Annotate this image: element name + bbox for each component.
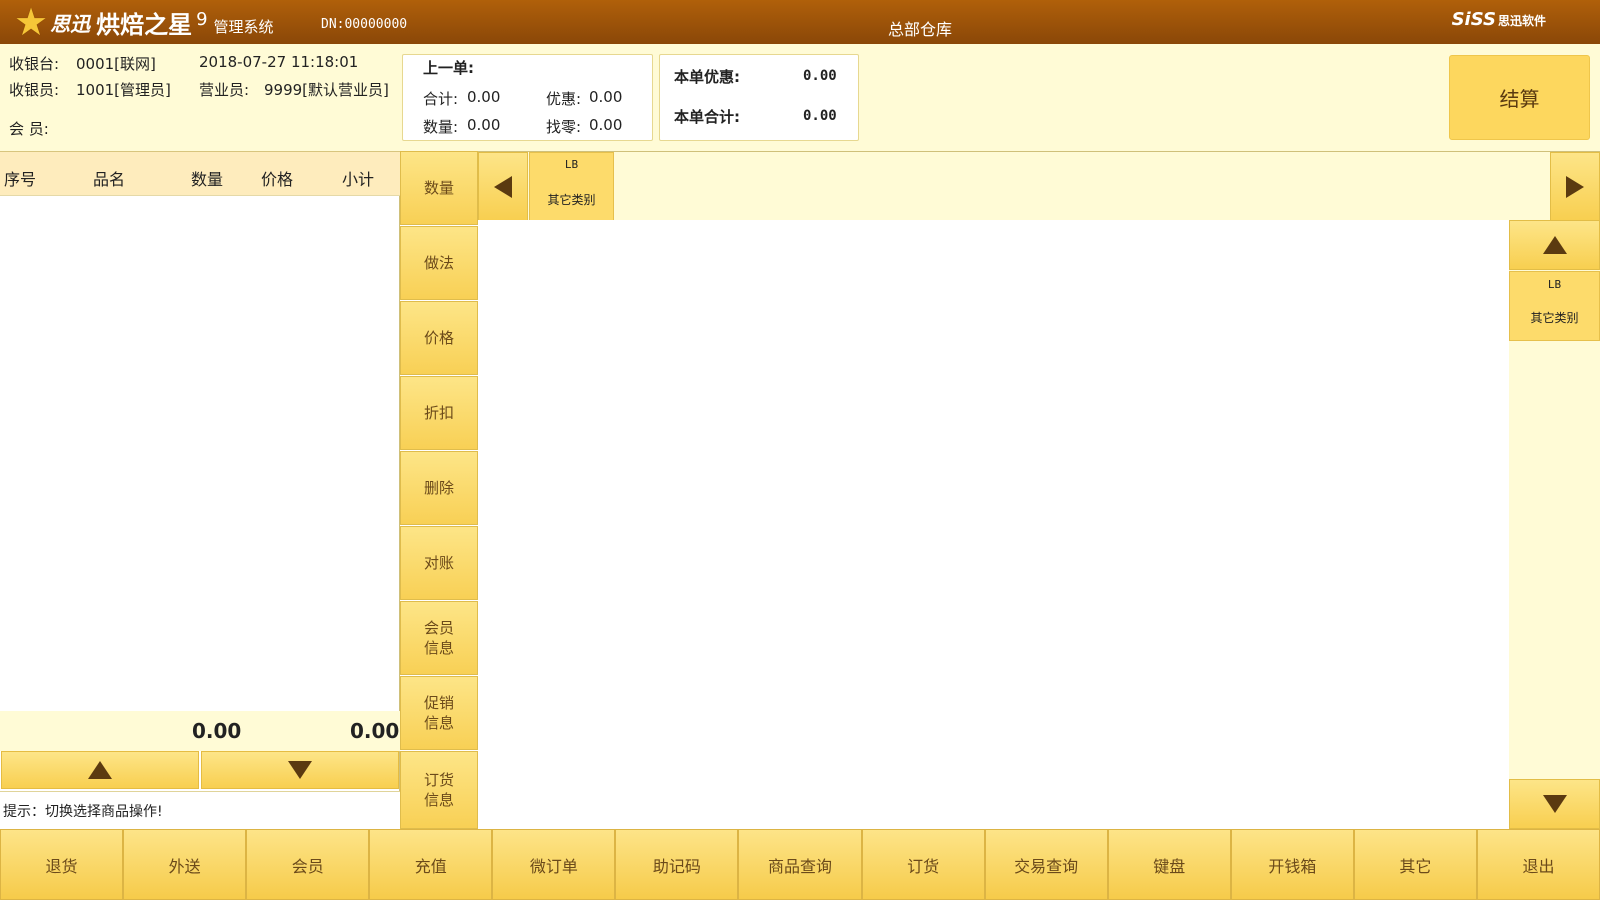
checkout-button[interactable]: 结算 (1449, 55, 1590, 140)
last-change-label: 找零: (546, 118, 582, 136)
return-button[interactable]: 退货 (0, 829, 124, 900)
col-index: 序号 (4, 170, 37, 189)
current-order-card: 本单优惠: 0.00 本单合计: 0.00 (659, 54, 859, 141)
promo-info-button[interactable]: 促销 信息 (400, 676, 478, 750)
transaction-query-button[interactable]: 交易查询 (984, 829, 1108, 900)
last-total-label: 合计: (423, 90, 459, 108)
info-bar: 收银台: 0001[联网] 2018-07-27 11:18:01 收银员: 1… (0, 44, 1600, 151)
vendor-name: SiSS (1451, 9, 1496, 30)
category-prev-button[interactable] (478, 152, 528, 221)
mnemonic-button[interactable]: 助记码 (615, 829, 739, 900)
current-total-value: 0.00 (803, 108, 837, 124)
salesperson-value: 9999[默认营业员] (264, 81, 389, 99)
delivery-button[interactable]: 外送 (123, 829, 247, 900)
subcategory-column: LB 其它类别 (1509, 220, 1600, 829)
cashier-label: 收银员: (9, 81, 60, 99)
order-info-button[interactable]: 订货 信息 (400, 751, 478, 829)
scroll-down-button[interactable] (201, 751, 399, 789)
open-cashbox-button[interactable]: 开钱箱 (1230, 829, 1354, 900)
last-change-value: 0.00 (589, 116, 623, 134)
current-discount-value: 0.00 (803, 68, 837, 84)
col-subtotal: 小计 (342, 170, 375, 189)
bottom-toolbar: 退货 外送 会员 充值 微订单 助记码 商品查询 订货 交易查询 键盘 开钱箱 … (0, 829, 1600, 900)
micro-order-button[interactable]: 微订单 (492, 829, 616, 900)
order-panel: 序号 品名 数量 价格 小计 0.00 0.00 提示：切换选择商品操作! (0, 151, 400, 829)
exit-button[interactable]: 退出 (1476, 829, 1600, 900)
goods-area[interactable] (478, 220, 1509, 829)
order-scroll-buttons (0, 751, 400, 789)
total-qty: 0.00 (192, 719, 242, 743)
arrow-down-icon (1542, 795, 1567, 813)
order-goods-button[interactable]: 订货 (861, 829, 985, 900)
register-value: 0001[联网] (76, 55, 156, 73)
last-discount-label: 优惠: (546, 90, 582, 108)
cashier-value: 1001[管理员] (76, 81, 171, 99)
col-name: 品名 (93, 170, 126, 189)
last-order-title: 上一单: (423, 59, 474, 77)
subcategory-up-button[interactable] (1509, 220, 1600, 270)
discount-button[interactable]: 折扣 (400, 376, 478, 450)
last-total-value: 0.00 (467, 88, 501, 106)
member-label[interactable]: 会 员: (9, 118, 49, 139)
hint-text: 提示：切换选择商品操作! (0, 791, 400, 829)
warehouse-name: 总部仓库 (887, 20, 952, 39)
last-discount-value: 0.00 (589, 88, 623, 106)
register-label: 收银台: (9, 55, 60, 73)
category-code: LB (564, 158, 579, 171)
current-total-label: 本单合计: (674, 108, 740, 126)
order-list[interactable] (0, 196, 400, 711)
arrow-up-icon (88, 761, 112, 779)
delete-button[interactable]: 删除 (400, 451, 478, 525)
col-qty: 数量 (191, 170, 224, 189)
subcategory-tile[interactable]: LB 其它类别 (1509, 271, 1600, 341)
last-order-card: 上一单: 合计: 0.00 优惠: 0.00 数量: 0.00 找零: 0.00 (402, 54, 653, 141)
keyboard-button[interactable]: 键盘 (1107, 829, 1231, 900)
category-tile[interactable]: LB 其它类别 (529, 152, 614, 221)
price-button[interactable]: 价格 (400, 301, 478, 375)
arrow-left-icon (494, 175, 512, 198)
vendor-cn: 思迅软件 (1497, 14, 1546, 28)
current-discount-label: 本单优惠: (674, 68, 740, 86)
product-query-button[interactable]: 商品查询 (738, 829, 862, 900)
member-button[interactable]: 会员 (246, 829, 370, 900)
title-bar: ★ 思迅 烘焙之星 9 管理系统 DN:00000000 总部仓库 SiSS 思迅… (0, 0, 1600, 44)
arrow-right-icon (1566, 175, 1584, 198)
category-name: 其它类别 (547, 193, 596, 207)
salesperson-label: 营业员: (199, 81, 250, 99)
scroll-up-button[interactable] (1, 751, 199, 789)
total-subtotal: 0.00 (350, 719, 400, 743)
arrow-up-icon (1542, 236, 1567, 254)
last-qty-label: 数量: (423, 118, 459, 136)
order-table-header: 序号 品名 数量 价格 小计 (0, 151, 400, 196)
subcategory-down-button[interactable] (1509, 779, 1600, 829)
member-info-button[interactable]: 会员 信息 (400, 601, 478, 675)
datetime: 2018-07-27 11:18:01 (199, 53, 359, 71)
method-button[interactable]: 做法 (400, 226, 478, 300)
other-button[interactable]: 其它 (1353, 829, 1477, 900)
category-bar: LB 其它类别 (478, 151, 1600, 221)
subcategory-name: 其它类别 (1530, 311, 1579, 325)
arrow-down-icon (288, 761, 312, 779)
qty-button[interactable]: 数量 (400, 151, 478, 225)
last-qty-value: 0.00 (467, 116, 501, 134)
function-column: 数量 做法 价格 折扣 删除 对账 会员 信息 促销 信息 订货 信息 (400, 151, 478, 829)
category-next-button[interactable] (1550, 152, 1600, 221)
col-price: 价格 (261, 170, 294, 189)
subcategory-code: LB (1547, 278, 1562, 291)
reconcile-button[interactable]: 对账 (400, 526, 478, 600)
vendor-logo: SiSS 思迅软件 (1452, 9, 1546, 30)
recharge-button[interactable]: 充值 (369, 829, 493, 900)
order-totals: 0.00 0.00 (0, 711, 400, 751)
